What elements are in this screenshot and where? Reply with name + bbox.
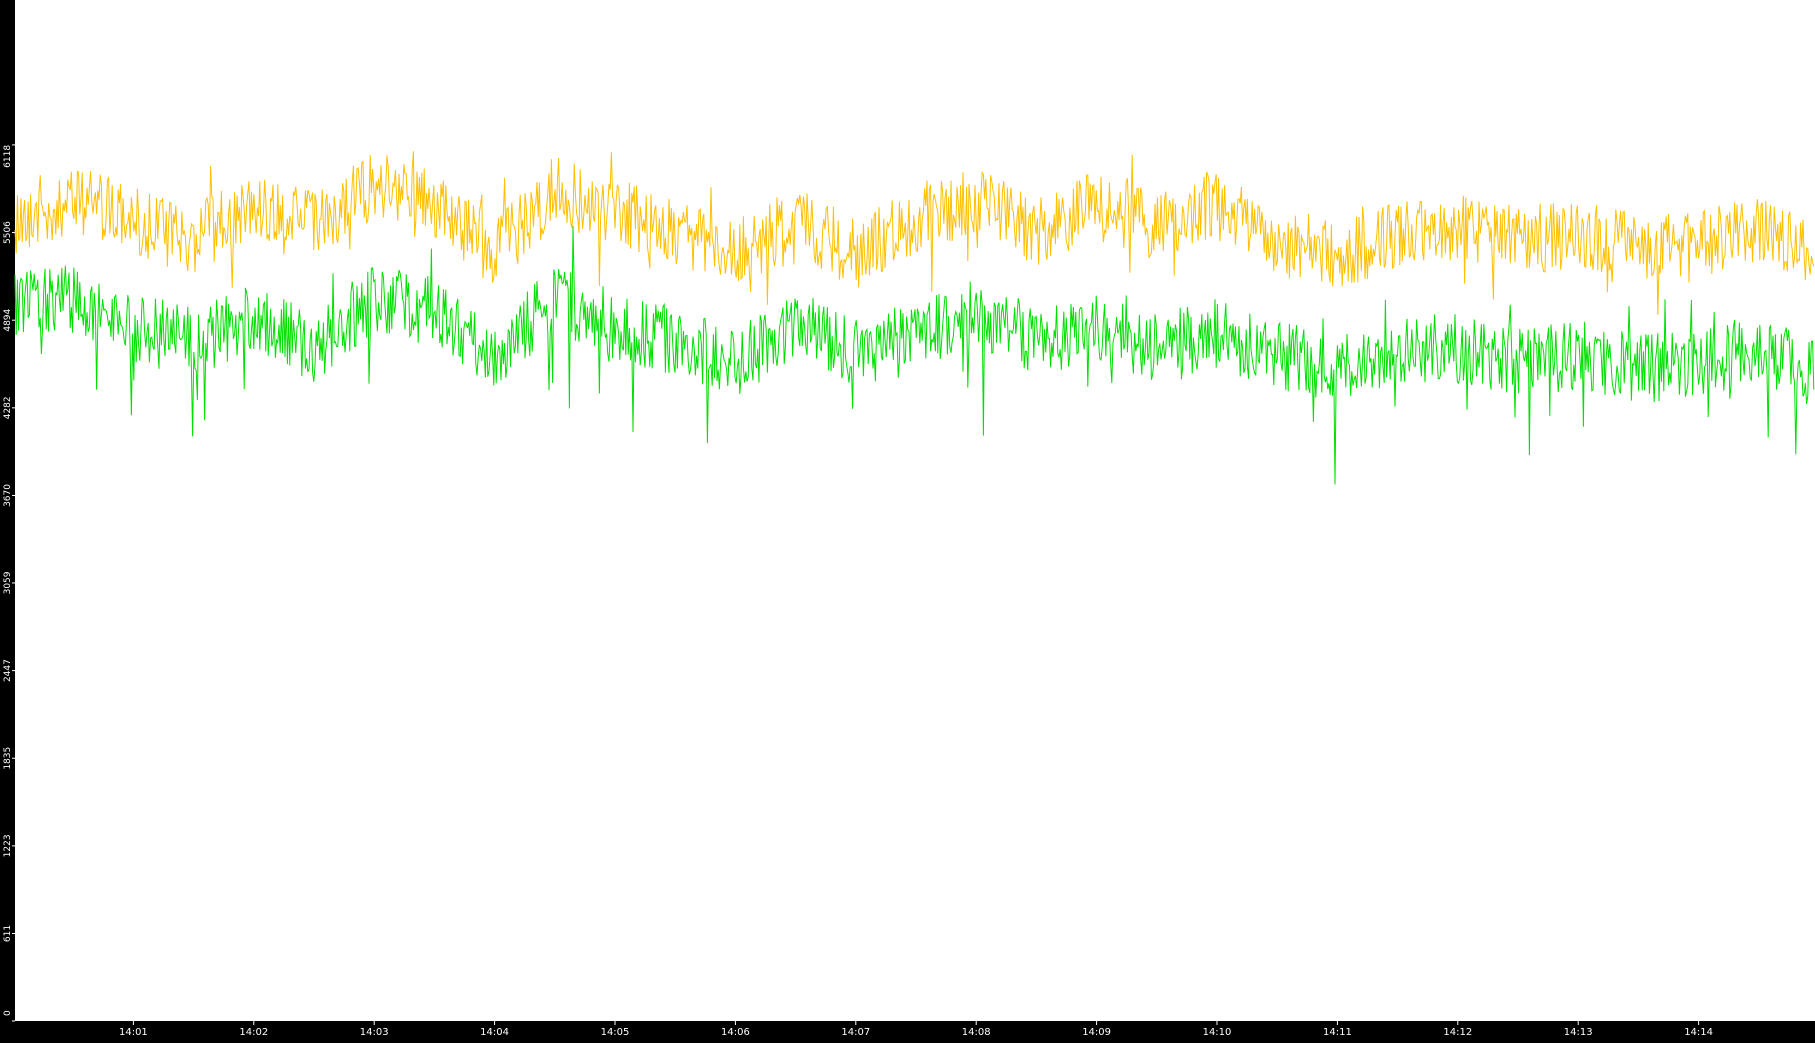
y-tick-label: 5506 [3, 221, 13, 244]
x-tick-label: 14:04 [480, 1027, 509, 1038]
x-tick-label: 14:10 [1203, 1027, 1232, 1038]
y-tick-label: 4894 [3, 308, 13, 331]
y-tick-label: 611 [3, 925, 13, 942]
line-chart: 0 611 1223 1835 2447 3059 3670 4282 4894 5506 6118… [0, 0, 1815, 1039]
x-tick-label: 14:09 [1082, 1027, 1111, 1038]
y-tick-label: 3059 [3, 571, 13, 594]
x-tick-label: 14:06 [721, 1027, 750, 1038]
x-tick-label: 14:13 [1564, 1027, 1593, 1038]
y-tick-label: 6118 [3, 145, 13, 168]
plot-area [15, 0, 1815, 1021]
x-tick-label: 14:02 [239, 1027, 268, 1038]
y-tick-label: 1835 [3, 747, 13, 770]
chart-svg: 0 611 1223 1835 2447 3059 3670 4282 4894 5506 6118… [0, 0, 1815, 1039]
y-tick-label: 0 [3, 1010, 13, 1016]
x-tick-label: 14:08 [962, 1027, 991, 1038]
x-tick-label: 14:05 [601, 1027, 630, 1038]
x-tick-label: 14:07 [841, 1027, 870, 1038]
y-tick-label: 1223 [3, 834, 13, 857]
bottom-axis-band [0, 1021, 1815, 1039]
x-tick-label: 14:03 [360, 1027, 389, 1038]
x-tick-label: 14:01 [119, 1027, 148, 1038]
x-tick-label: 14:11 [1323, 1027, 1352, 1038]
x-tick-label: 14:12 [1443, 1027, 1472, 1038]
x-tick-label: 14:14 [1684, 1027, 1713, 1038]
y-tick-label: 4282 [3, 396, 13, 419]
y-tick-label: 3670 [3, 484, 13, 507]
y-tick-label: 2447 [3, 659, 13, 682]
